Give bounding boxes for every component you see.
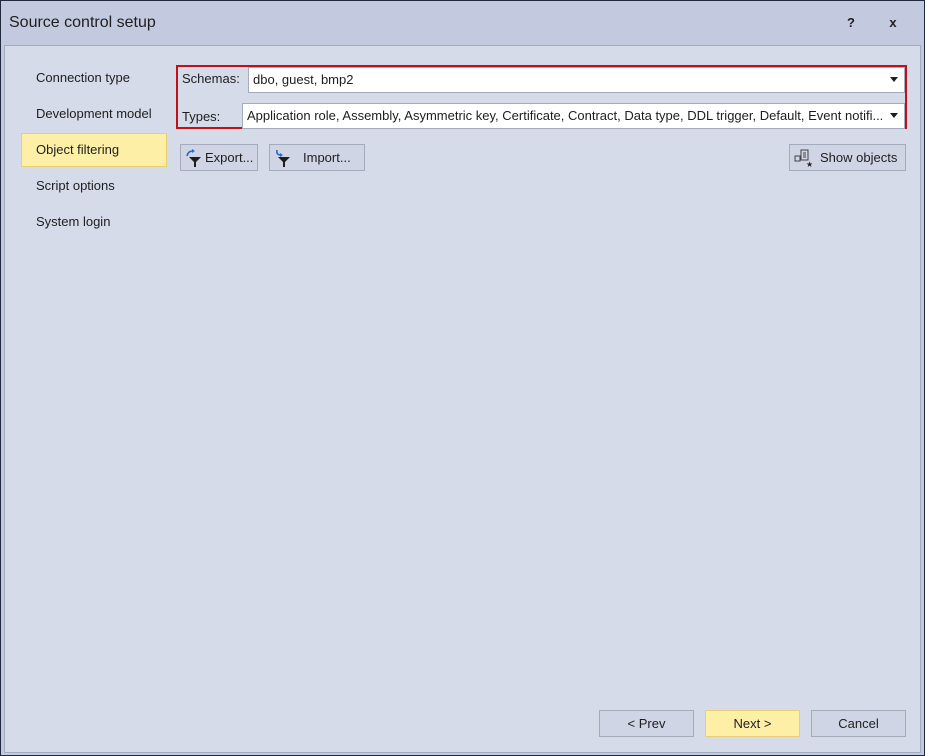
types-value: Application role, Assembly, Asymmetric k…	[247, 108, 884, 123]
dialog-window: Source control setup ? x Connection type…	[0, 0, 925, 756]
export-filter-icon	[186, 149, 201, 167]
sidebar-item-development-model[interactable]: Development model	[21, 97, 167, 131]
sidebar-item-object-filtering[interactable]: Object filtering	[21, 133, 167, 167]
filter-highlight-box: Schemas: dbo, guest, bmp2 Types: Applica…	[176, 65, 907, 129]
sidebar-item-system-login[interactable]: System login	[21, 205, 167, 239]
types-combo[interactable]: Application role, Assembly, Asymmetric k…	[242, 103, 905, 129]
types-label: Types:	[182, 109, 221, 124]
import-button[interactable]: Import...	[269, 144, 365, 171]
content-panel: Connection type Development model Object…	[4, 45, 921, 753]
schemas-label: Schemas:	[182, 71, 240, 86]
sidebar-item-script-options[interactable]: Script options	[21, 169, 167, 203]
schemas-combo[interactable]: dbo, guest, bmp2	[248, 67, 905, 93]
prev-button[interactable]: < Prev	[599, 710, 694, 737]
sidebar-item-connection-type[interactable]: Connection type	[21, 61, 167, 95]
export-button[interactable]: Export...	[180, 144, 258, 171]
next-button[interactable]: Next >	[705, 710, 800, 737]
title-bar: Source control setup ? x	[1, 1, 924, 45]
export-label: Export...	[205, 150, 254, 165]
window-title: Source control setup	[9, 14, 156, 31]
close-button[interactable]: x	[883, 13, 903, 33]
cancel-button[interactable]: Cancel	[811, 710, 906, 737]
chevron-down-icon[interactable]	[890, 77, 898, 82]
import-filter-icon	[276, 149, 290, 167]
show-objects-label: Show objects	[820, 150, 898, 165]
schemas-value: dbo, guest, bmp2	[253, 72, 354, 87]
svg-text:★: ★	[806, 160, 812, 167]
show-objects-icon: ★	[794, 149, 812, 167]
help-button[interactable]: ?	[841, 13, 861, 33]
show-objects-button[interactable]: ★ Show objects	[789, 144, 906, 171]
chevron-down-icon[interactable]	[890, 113, 898, 118]
import-label: Import...	[303, 150, 351, 165]
